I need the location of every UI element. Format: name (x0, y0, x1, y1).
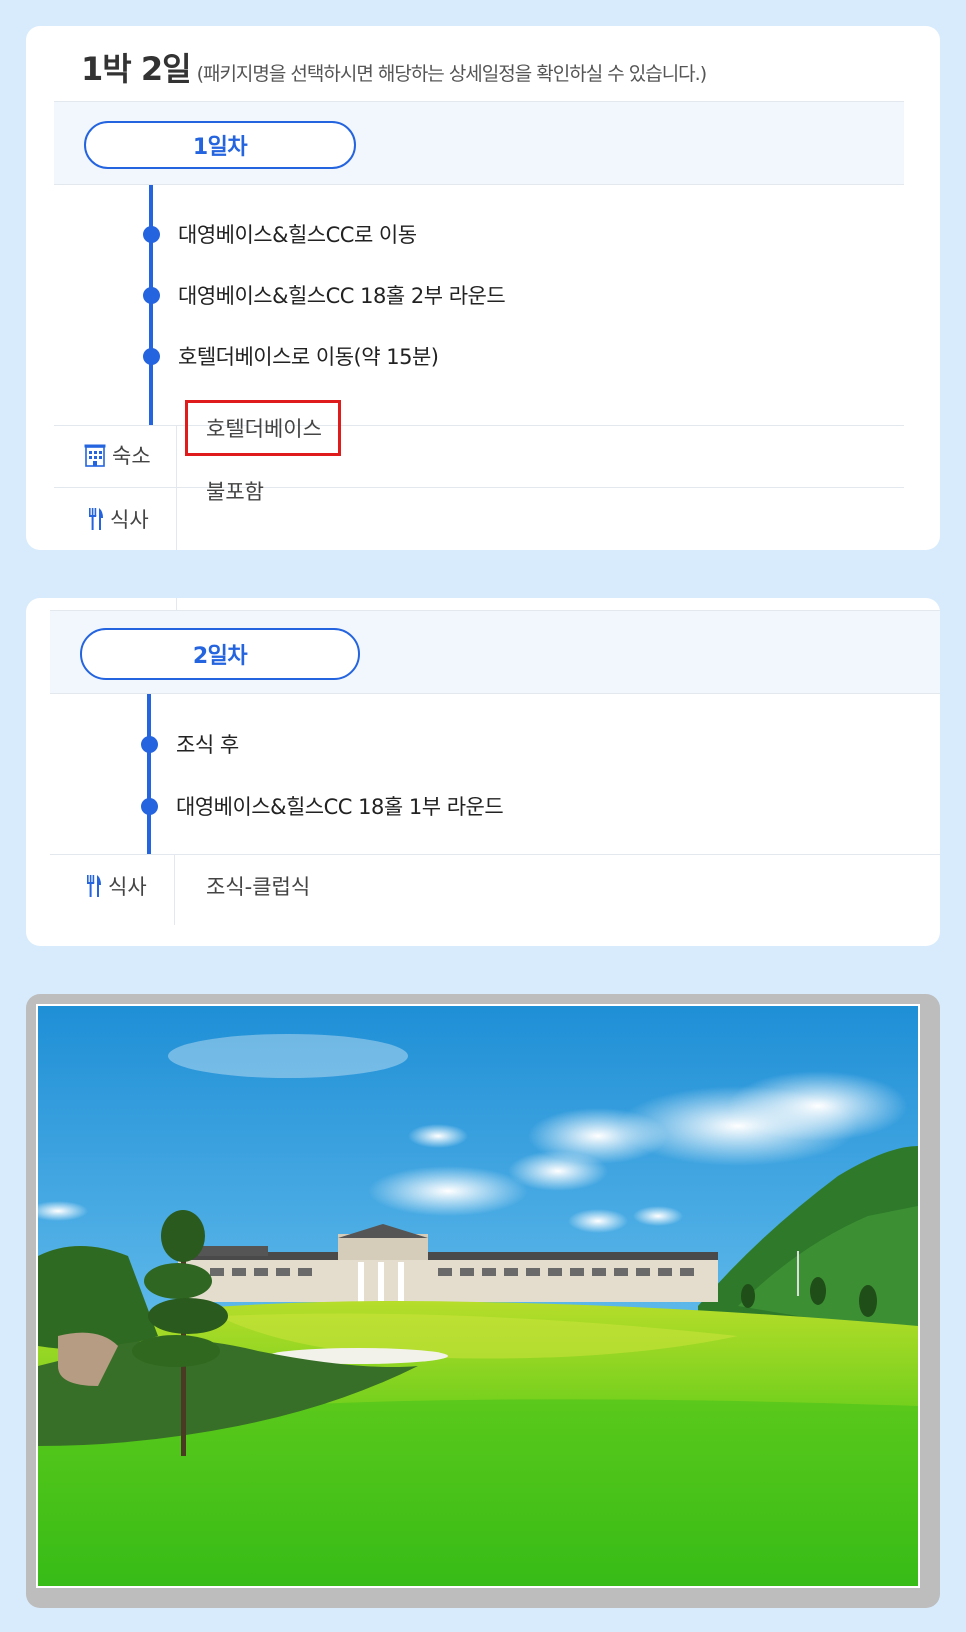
day1-card: 1박 2일 (패키지명을 선택하시면 해당하는 상세일정을 확인하실 수 있습니… (26, 26, 940, 550)
day2-meal-value: 조식-클럽식 (206, 875, 311, 899)
day2-info-divider (174, 855, 175, 925)
golf-course-illustration (38, 1006, 918, 1586)
page-title: 1박 2일 (81, 50, 192, 88)
day1-timeline-line (149, 185, 153, 425)
day2-header-band: 2일차 (50, 610, 940, 694)
day1-header-band: 1일차 (54, 101, 904, 185)
day1-item-3: 호텔더베이스로 이동(약 15분) (178, 345, 439, 369)
day2-pill[interactable]: 2일차 (80, 628, 360, 680)
day2-meal-label: 식사 (108, 875, 147, 899)
package-title-row: 1박 2일 (패키지명을 선택하시면 해당하는 상세일정을 확인하실 수 있습니… (81, 44, 708, 90)
day1-lodging-row (54, 425, 904, 487)
golf-course-photo-frame (26, 994, 940, 1608)
day1-item-2: 대영베이스&힐스CC 18홀 2부 라운드 (178, 284, 506, 308)
lodging-value[interactable]: 호텔더베이스 (206, 413, 322, 443)
day1-item-1: 대영베이스&힐스CC로 이동 (178, 223, 417, 247)
fork-knife-icon (88, 507, 104, 531)
day2-timeline-line (147, 694, 151, 854)
day1-timeline-dot (143, 226, 160, 243)
fork-knife-icon (86, 874, 102, 898)
golf-course-photo (36, 1004, 920, 1588)
day2-card: 2일차 조식 후 대영베이스&힐스CC 18홀 1부 라운드 식사 조식-클럽식 (26, 598, 940, 946)
meal-value: 불포함 (206, 480, 264, 504)
day1-pill[interactable]: 1일차 (84, 121, 356, 169)
day1-timeline-dot (143, 287, 160, 304)
day2-top-divider (176, 598, 177, 610)
meal-label-group: 식사 (88, 503, 149, 535)
lodging-label: 숙소 (112, 444, 151, 468)
day2-timeline-dot (141, 736, 158, 753)
lodging-label-group: 숙소 (84, 440, 151, 470)
day2-item-2: 대영베이스&힐스CC 18홀 1부 라운드 (176, 795, 504, 819)
day2-meal-label-group: 식사 (86, 870, 147, 902)
building-icon (84, 443, 106, 467)
meal-label: 식사 (110, 508, 149, 532)
page-subtitle: (패키지명을 선택하시면 해당하는 상세일정을 확인하실 수 있습니다.) (196, 63, 708, 85)
day2-item-1: 조식 후 (176, 733, 239, 757)
day2-meal-row (50, 854, 940, 946)
day2-timeline-dot (141, 798, 158, 815)
day1-meal-row (54, 487, 904, 550)
day1-timeline-dot (143, 348, 160, 365)
